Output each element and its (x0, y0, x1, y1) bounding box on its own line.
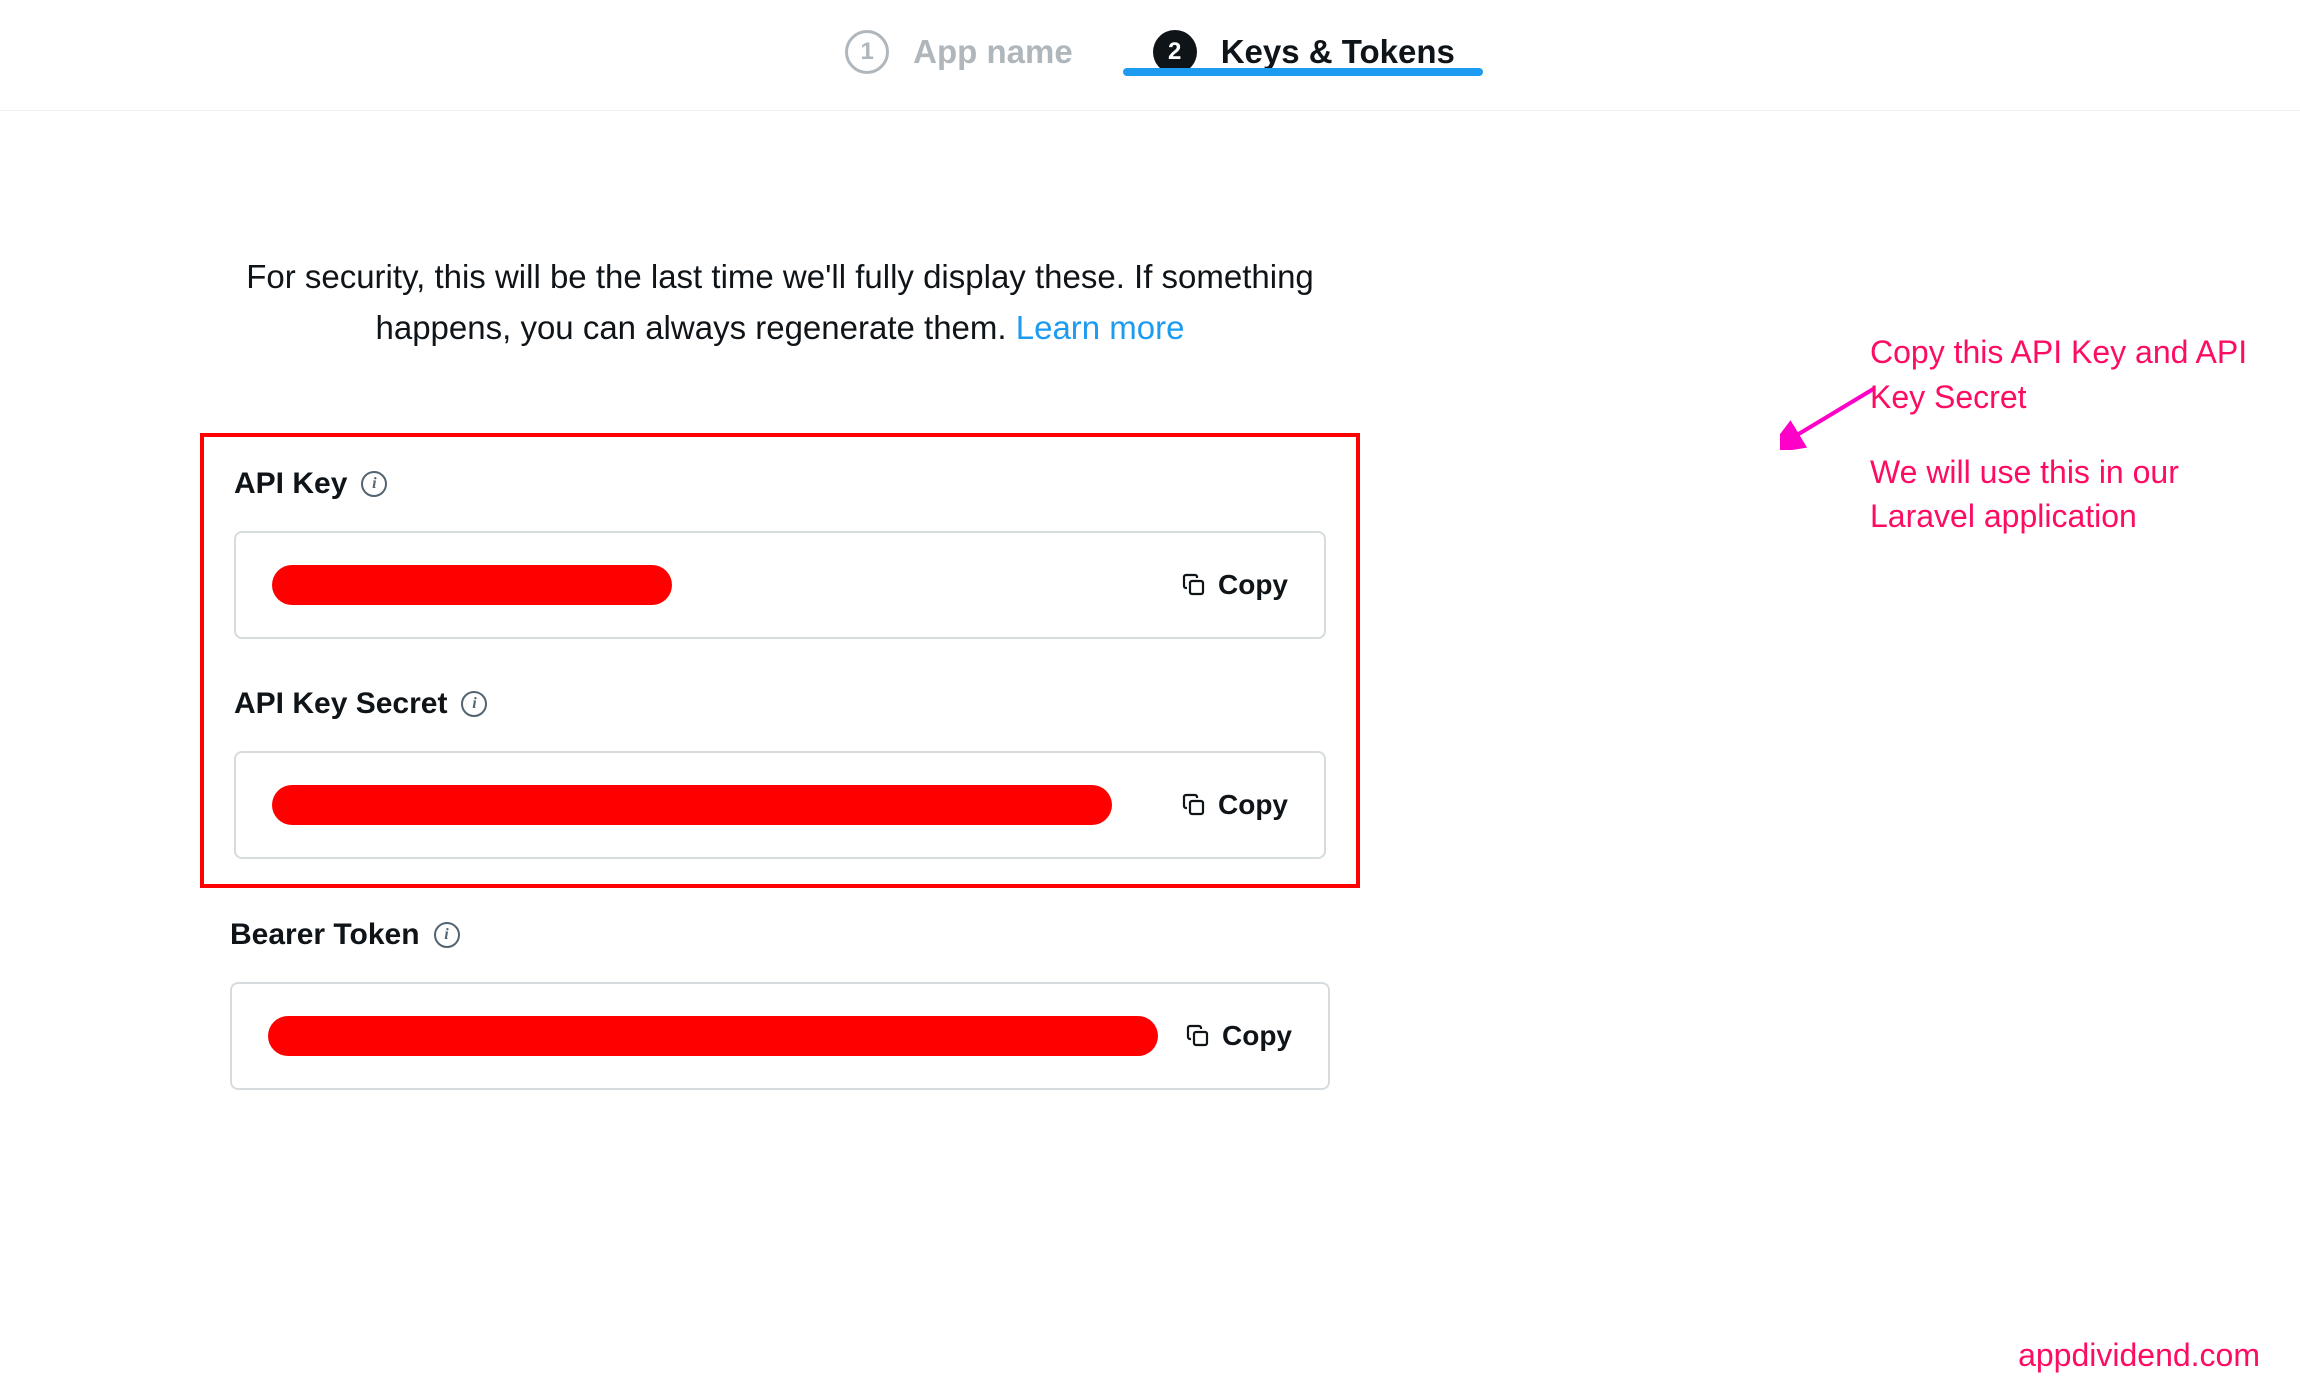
api-key-secret-label: API Key Secret (234, 687, 447, 721)
api-key-label-row: API Key i (234, 467, 1326, 501)
api-key-secret-box: Copy (234, 751, 1326, 859)
security-notice: For security, this will be the last time… (205, 251, 1355, 353)
copy-label: Copy (1222, 1020, 1292, 1052)
annotation-arrow (1780, 380, 1880, 450)
bearer-token-label-row: Bearer Token i (230, 918, 1330, 952)
api-key-redacted-value (272, 565, 672, 605)
info-icon[interactable]: i (434, 922, 460, 948)
api-key-label: API Key (234, 467, 347, 501)
api-key-secret-section: API Key Secret i Copy (234, 687, 1326, 859)
copy-api-key-button[interactable]: Copy (1182, 569, 1288, 601)
annotation-line-1: Copy this API Key and API Key Secret (1870, 330, 2270, 420)
active-step-underline (1123, 68, 1483, 76)
step-label-app-name: App name (913, 33, 1073, 71)
api-key-secret-label-row: API Key Secret i (234, 687, 1326, 721)
watermark: appdividend.com (2018, 1337, 2260, 1374)
annotation-text: Copy this API Key and API Key Secret We … (1870, 330, 2270, 569)
annotation-line-2: We will use this in our Laravel applicat… (1870, 450, 2270, 540)
api-key-box: Copy (234, 531, 1326, 639)
step-app-name[interactable]: 1 App name (845, 30, 1073, 74)
copy-label: Copy (1218, 789, 1288, 821)
copy-bearer-token-button[interactable]: Copy (1186, 1020, 1292, 1052)
copy-icon (1182, 573, 1206, 597)
step-label-keys-tokens: Keys & Tokens (1221, 33, 1455, 71)
copy-icon (1182, 793, 1206, 817)
info-icon[interactable]: i (361, 471, 387, 497)
api-key-section: API Key i Copy (234, 467, 1326, 639)
main-content: For security, this will be the last time… (200, 251, 1360, 1090)
bearer-token-label: Bearer Token (230, 918, 420, 952)
api-key-secret-redacted-value (272, 785, 1112, 825)
bearer-token-box: Copy (230, 982, 1330, 1090)
bearer-token-redacted-value (268, 1016, 1158, 1056)
copy-icon (1186, 1024, 1210, 1048)
stepper: 1 App name 2 Keys & Tokens (0, 0, 2300, 111)
step-number-1: 1 (845, 30, 889, 74)
highlight-box: API Key i Copy API Key Secret (200, 433, 1360, 888)
step-keys-tokens[interactable]: 2 Keys & Tokens (1153, 30, 1455, 74)
info-icon[interactable]: i (461, 691, 487, 717)
learn-more-link[interactable]: Learn more (1016, 309, 1185, 346)
bearer-token-section: Bearer Token i Copy (200, 918, 1360, 1090)
copy-api-key-secret-button[interactable]: Copy (1182, 789, 1288, 821)
copy-label: Copy (1218, 569, 1288, 601)
